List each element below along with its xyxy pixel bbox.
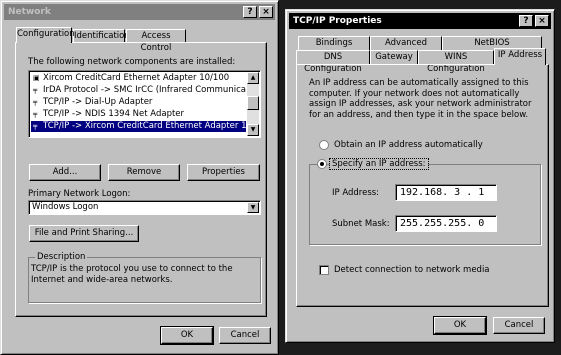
help-button[interactable]: ?	[243, 6, 257, 18]
close-button[interactable]: ×	[259, 6, 273, 18]
description-group: Description TCP/IP is the protocol you u…	[28, 252, 261, 303]
components-label: The following network components are ins…	[28, 57, 236, 67]
adapter-icon: ▣	[33, 74, 40, 82]
protocol-icon: ╤	[33, 98, 38, 106]
tab-dns-configuration[interactable]: DNS Configuration	[296, 50, 370, 74]
network-titlebar[interactable]: Network ? ×	[4, 4, 275, 20]
obtain-ip-label[interactable]: Obtain an IP address automatically	[334, 140, 483, 150]
tab-identification[interactable]: Identification	[73, 29, 130, 43]
primary-logon-select[interactable]: Windows Logon ▼	[28, 200, 261, 215]
add-button[interactable]: Add...	[29, 164, 101, 181]
specify-ip-label[interactable]: Specify an IP address:	[329, 158, 429, 170]
ok-button[interactable]: OK	[160, 326, 214, 345]
configuration-panel: The following network components are ins…	[15, 42, 267, 317]
subnet-mask-field[interactable]: 255.255.255. 0	[395, 215, 497, 232]
tab-ip-address[interactable]: IP Address	[494, 48, 546, 65]
protocol-icon: ╤	[33, 86, 38, 94]
ip-address-field[interactable]: 192.168. 3 . 1	[395, 184, 497, 201]
intro-text: An IP address can be automatically assig…	[309, 78, 532, 120]
list-item-selected[interactable]: ╤ TCP/IP -> Xircom CreditCard Ethernet Ad…	[31, 121, 246, 132]
subnet-mask-label: Subnet Mask:	[332, 219, 390, 229]
scroll-down-icon[interactable]: ▼	[247, 124, 259, 136]
tab-bindings[interactable]: Bindings	[298, 36, 370, 50]
list-item[interactable]: ╤ IrDA Protocol -> SMC IrCC (Infrared Com…	[31, 85, 246, 96]
cancel-button[interactable]: Cancel	[219, 327, 271, 344]
list-item[interactable]: ▣ Xircom CreditCard Ethernet Adapter 10/1…	[31, 73, 246, 84]
cancel-button[interactable]: Cancel	[493, 317, 545, 334]
protocol-icon: ╤	[33, 122, 38, 130]
scroll-thumb[interactable]	[247, 96, 259, 110]
tab-wins-configuration[interactable]: WINS Configuration	[418, 50, 494, 74]
ip-address-panel: An IP address can be automatically assig…	[296, 64, 549, 307]
ip-address-label: IP Address:	[332, 188, 380, 198]
tcpip-titlebar[interactable]: TCP/IP Properties ? ×	[289, 13, 551, 29]
specify-ip-group: Specify an IP address: IP Address: 192.1…	[309, 158, 541, 245]
list-item[interactable]: ╤ TCP/IP -> Dial-Up Adapter	[31, 97, 246, 108]
description-text: TCP/IP is the protocol you use to connec…	[31, 264, 233, 285]
description-title: Description	[35, 252, 88, 262]
help-button[interactable]: ?	[519, 15, 533, 27]
tcpip-title: TCP/IP Properties	[293, 16, 382, 26]
obtain-ip-radio[interactable]	[319, 140, 329, 150]
tab-access-control[interactable]: Access Control	[126, 29, 186, 53]
scroll-up-icon[interactable]: ▲	[247, 72, 259, 84]
detect-connection-checkbox[interactable]	[319, 265, 329, 275]
tcpip-dialog: TCP/IP Properties ? × Bindings Advanced …	[285, 9, 555, 343]
close-button[interactable]: ×	[535, 15, 549, 27]
network-title: Network	[8, 7, 51, 17]
tab-advanced[interactable]: Advanced	[370, 36, 442, 50]
components-list[interactable]: ▣ Xircom CreditCard Ethernet Adapter 10/1…	[28, 70, 261, 138]
list-item[interactable]: ╤ TCP/IP -> NDIS 1394 Net Adapter	[31, 109, 246, 120]
network-dialog: Network ? × Configuration Identification…	[0, 0, 279, 355]
properties-button[interactable]: Properties	[187, 164, 260, 181]
protocol-icon: ╤	[33, 110, 38, 118]
file-print-sharing-button[interactable]: File and Print Sharing...	[29, 225, 139, 242]
ok-button[interactable]: OK	[433, 316, 487, 335]
tab-gateway[interactable]: Gateway	[370, 50, 418, 64]
tab-configuration[interactable]: Configuration	[16, 27, 75, 43]
chevron-down-icon[interactable]: ▼	[247, 202, 259, 213]
primary-logon-label: Primary Network Logon:	[28, 189, 131, 199]
specify-ip-radio[interactable]	[317, 159, 327, 169]
remove-button[interactable]: Remove	[108, 164, 180, 181]
list-scrollbar[interactable]: ▲ ▼	[247, 72, 259, 136]
detect-connection-label[interactable]: Detect connection to network media	[334, 265, 490, 275]
